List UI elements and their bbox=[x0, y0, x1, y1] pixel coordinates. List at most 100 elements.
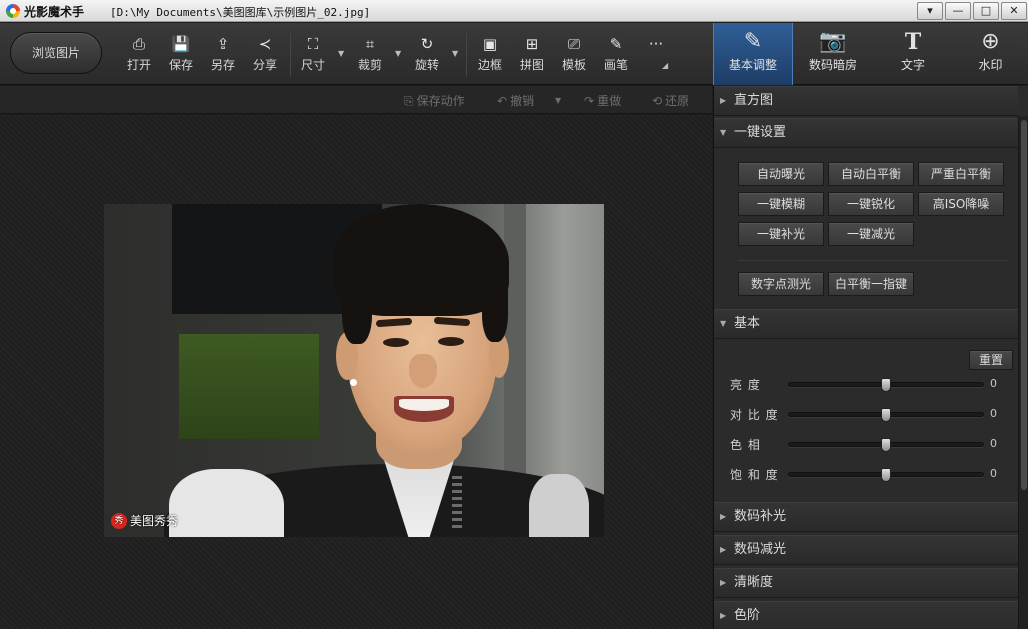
brightness-value: 0 bbox=[990, 377, 997, 390]
panel-divider bbox=[738, 260, 1008, 261]
section-digital-fill-light[interactable]: ▶ 数码补光 bbox=[714, 502, 1018, 532]
action-bar: ⎘ 保存动作 ↶ 撤销 ▼ ↷ 重做 ⟲ 还原 bbox=[0, 86, 712, 114]
auto-white-balance-button[interactable]: 自动白平衡 bbox=[828, 162, 914, 186]
saturation-label: 饱 和 度 bbox=[730, 468, 779, 482]
save-action-button[interactable]: ⎘ 保存动作 bbox=[404, 92, 465, 109]
restore-icon: ⟲ bbox=[652, 94, 663, 108]
text-icon: T bbox=[904, 29, 922, 55]
chevron-right-icon: ▶ bbox=[720, 96, 727, 105]
template-button[interactable]: ⎚ 模板 bbox=[557, 35, 591, 77]
minimize-button[interactable]: — bbox=[945, 2, 971, 20]
app-logo-icon bbox=[6, 4, 20, 18]
photo-preview: 秀美图秀秀 bbox=[104, 204, 604, 537]
template-icon: ⎚ bbox=[567, 35, 580, 53]
one-click-reduce-light-button[interactable]: 一键减光 bbox=[828, 222, 914, 246]
save-icon: 💾 bbox=[171, 35, 191, 53]
section-histogram[interactable]: ▶ 直方图 bbox=[714, 86, 1018, 116]
section-digital-reduce-light[interactable]: ▶ 数码减光 bbox=[714, 535, 1018, 565]
adjust-panel: ▶ 直方图 ▼ 一键设置 自动曝光 自动白平衡 严重白平衡 一键模糊 一键锐化 高I… bbox=[713, 86, 1028, 629]
white-balance-picker-button[interactable]: 白平衡一指键 bbox=[828, 272, 914, 296]
one-click-blur-button[interactable]: 一键模糊 bbox=[738, 192, 824, 216]
spot-metering-button[interactable]: 数字点测光 bbox=[738, 272, 824, 296]
scrollbar-thumb[interactable] bbox=[1021, 120, 1027, 490]
close-button[interactable]: ✕ bbox=[1001, 2, 1027, 20]
maximize-button[interactable]: □ bbox=[973, 2, 999, 20]
section-levels[interactable]: ▶ 色阶 bbox=[714, 601, 1018, 629]
brush-icon: ✎ bbox=[609, 35, 623, 53]
strong-white-balance-button[interactable]: 严重白平衡 bbox=[918, 162, 1004, 186]
toolbar-divider bbox=[466, 33, 467, 77]
resize-dropdown-icon[interactable]: ▼ bbox=[338, 49, 344, 58]
tab-watermark[interactable]: ⊕ 水印 bbox=[953, 23, 1028, 85]
collage-button[interactable]: ⊞ 拼图 bbox=[515, 35, 549, 77]
contrast-value: 0 bbox=[990, 407, 997, 420]
chevron-down-icon: ▼ bbox=[720, 128, 727, 137]
section-clarity[interactable]: ▶ 清晰度 bbox=[714, 568, 1018, 598]
brightness-label: 亮 度 bbox=[730, 378, 761, 392]
tab-text[interactable]: T 文字 bbox=[873, 23, 953, 85]
undo-dropdown-icon[interactable]: ▼ bbox=[555, 96, 561, 105]
more-icon: ··· bbox=[648, 35, 664, 53]
save-button[interactable]: 💾 保存 bbox=[164, 35, 198, 77]
contrast-slider[interactable] bbox=[788, 408, 984, 422]
save-action-icon: ⎘ bbox=[404, 94, 414, 108]
border-button[interactable]: ▣ 边框 bbox=[473, 35, 507, 77]
section-basic[interactable]: ▼ 基本 bbox=[714, 309, 1018, 339]
undo-button[interactable]: ↶ 撤销 bbox=[497, 92, 534, 109]
hue-slider[interactable] bbox=[788, 438, 984, 452]
rotate-dropdown-icon[interactable]: ▼ bbox=[452, 49, 458, 58]
hue-label: 色 相 bbox=[730, 438, 761, 452]
menu-dropdown-button[interactable]: ▾ bbox=[917, 2, 943, 20]
chevron-down-icon: ▼ bbox=[720, 319, 727, 328]
rotate-icon: ↻ bbox=[420, 35, 434, 53]
watermark-icon: ⊕ bbox=[981, 29, 1000, 54]
tab-digital-darkroom[interactable]: 📷 数码暗房 bbox=[793, 23, 873, 85]
slider-handle[interactable] bbox=[881, 378, 891, 392]
chevron-right-icon: ▶ bbox=[720, 512, 727, 521]
auto-exposure-button[interactable]: 自动曝光 bbox=[738, 162, 824, 186]
save-as-icon: ⇪ bbox=[216, 35, 230, 53]
crop-icon: ⌗ bbox=[365, 35, 375, 53]
crop-button[interactable]: ⌗ 裁剪 bbox=[353, 35, 387, 77]
reset-button[interactable]: 重置 bbox=[969, 350, 1013, 370]
basic-adjust-icon: ✎ bbox=[743, 29, 763, 54]
hue-value: 0 bbox=[990, 437, 997, 450]
save-as-button[interactable]: ⇪ 另存 bbox=[206, 35, 240, 77]
tab-basic-adjust[interactable]: ✎ 基本调整 bbox=[713, 23, 793, 85]
contrast-label: 对 比 度 bbox=[730, 408, 779, 422]
high-iso-denoise-button[interactable]: 高ISO降噪 bbox=[918, 192, 1004, 216]
border-icon: ▣ bbox=[482, 35, 498, 53]
crop-dropdown-icon[interactable]: ▼ bbox=[395, 49, 401, 58]
saturation-slider[interactable] bbox=[788, 468, 984, 482]
toolbar-divider bbox=[290, 33, 291, 77]
resize-icon: ⛶ bbox=[307, 35, 319, 53]
resize-button[interactable]: ⛶ 尺寸 bbox=[296, 35, 330, 77]
brush-button[interactable]: ✎ 画笔 bbox=[599, 35, 633, 77]
file-path: [D:\My Documents\美图图库\示例图片_02.jpg] bbox=[110, 6, 371, 19]
main-toolbar: 浏览图片 ⎙ 打开 💾 保存 ⇪ 另存 ≺ 分享 ⛶ 尺寸 ▼ ⌗ 裁剪 ▼ ↻… bbox=[0, 23, 1028, 85]
share-button[interactable]: ≺ 分享 bbox=[248, 35, 282, 77]
undo-icon: ↶ bbox=[497, 94, 508, 108]
meitu-logo-icon: 秀 bbox=[111, 513, 127, 529]
panel-scrollbar[interactable] bbox=[1018, 116, 1028, 629]
more-tools-button[interactable]: ··· bbox=[639, 35, 673, 77]
rotate-button[interactable]: ↻ 旋转 bbox=[410, 35, 444, 77]
redo-icon: ↷ bbox=[584, 94, 595, 108]
section-one-click[interactable]: ▼ 一键设置 bbox=[714, 118, 1018, 148]
chevron-right-icon: ▶ bbox=[720, 578, 727, 587]
open-icon: ⎙ bbox=[132, 35, 145, 53]
restore-button[interactable]: ⟲ 还原 bbox=[652, 92, 689, 109]
brightness-slider[interactable] bbox=[788, 378, 984, 392]
slider-handle[interactable] bbox=[881, 408, 891, 422]
toolbar-expand-icon[interactable]: ◢ bbox=[662, 61, 668, 70]
one-click-fill-light-button[interactable]: 一键补光 bbox=[738, 222, 824, 246]
image-canvas[interactable]: 秀美图秀秀 bbox=[0, 115, 712, 629]
redo-button[interactable]: ↷ 重做 bbox=[584, 92, 621, 109]
title-bar: 光影魔术手 [D:\My Documents\美图图库\示例图片_02.jpg]… bbox=[0, 0, 1028, 22]
slider-handle[interactable] bbox=[881, 438, 891, 452]
open-button[interactable]: ⎙ 打开 bbox=[122, 35, 156, 77]
slider-handle[interactable] bbox=[881, 468, 891, 482]
browse-images-button[interactable]: 浏览图片 bbox=[10, 32, 102, 74]
one-click-sharpen-button[interactable]: 一键锐化 bbox=[828, 192, 914, 216]
app-title: 光影魔术手 bbox=[24, 5, 85, 19]
